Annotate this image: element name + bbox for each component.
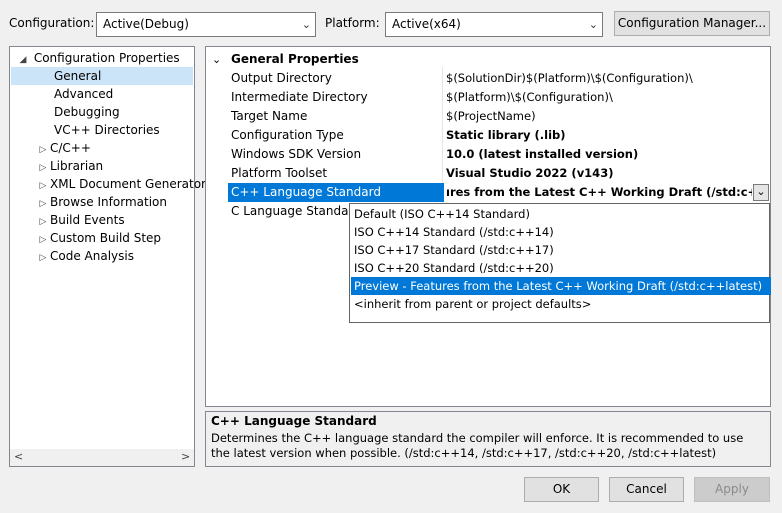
property-row[interactable]: Platform Toolset Visual Studio 2022 (v14…: [206, 164, 770, 183]
tree-item-xml-doc[interactable]: ▷ XML Document Generator: [36, 175, 206, 193]
tree-item-label: Advanced: [54, 87, 114, 101]
property-name: Target Name: [231, 109, 308, 123]
chevron-down-icon: ⌄: [588, 18, 598, 31]
property-row[interactable]: Target Name $(ProjectName): [206, 107, 770, 126]
dropdown-option[interactable]: ISO C++20 Standard (/std:c++20): [351, 259, 771, 277]
chevron-down-icon[interactable]: ⌄: [212, 50, 221, 69]
tree-item-label: General: [54, 69, 102, 83]
tree-root-label: Configuration Properties: [33, 51, 180, 65]
property-name: Intermediate Directory: [231, 90, 368, 104]
tree-item-label: Custom Build Step: [50, 231, 162, 245]
property-tree[interactable]: ◢ Configuration Properties General Advan…: [9, 46, 206, 467]
apply-button[interactable]: Apply: [694, 477, 770, 502]
tree-root[interactable]: ◢ Configuration Properties: [16, 49, 180, 67]
tree-item-label: C/C++: [50, 141, 91, 155]
property-name: C++ Language Standard: [228, 183, 444, 202]
scroll-left-icon[interactable]: <: [14, 450, 23, 463]
property-value-combo[interactable]: ıres from the Latest C++ Working Draft (…: [446, 183, 752, 202]
cancel-button[interactable]: Cancel: [609, 477, 684, 502]
property-value[interactable]: 10.0 (latest installed version): [446, 145, 756, 164]
property-row-selected[interactable]: C++ Language Standard ıres from the Late…: [206, 183, 770, 202]
property-value[interactable]: Visual Studio 2022 (v143): [446, 164, 756, 183]
property-value[interactable]: $(ProjectName): [446, 107, 756, 126]
configuration-select[interactable]: Active(Debug) ⌄: [96, 12, 316, 37]
section-header[interactable]: ⌄ General Properties: [206, 50, 770, 69]
tree-item-browse-info[interactable]: ▷ Browse Information: [36, 193, 167, 211]
description-title: C++ Language Standard: [211, 414, 377, 428]
tree-item-vc-directories[interactable]: VC++ Directories: [54, 121, 160, 139]
tree-item-custom-build[interactable]: ▷ Custom Build Step: [36, 229, 162, 247]
tree-item-label: VC++ Directories: [54, 123, 160, 137]
scroll-right-icon[interactable]: >: [181, 450, 190, 463]
property-name: Windows SDK Version: [231, 147, 362, 161]
tree-item-label: Build Events: [50, 213, 125, 227]
language-standard-dropdown[interactable]: Default (ISO C++14 Standard) ISO C++14 S…: [349, 203, 771, 323]
chevron-down-icon[interactable]: ⌄: [753, 184, 769, 201]
property-value[interactable]: $(SolutionDir)$(Platform)\$(Configuratio…: [446, 69, 756, 88]
tree-item-general[interactable]: General: [11, 67, 193, 85]
property-value[interactable]: Static library (.lib): [446, 126, 756, 145]
tree-item-label: Code Analysis: [50, 249, 134, 263]
property-value[interactable]: $(Platform)\$(Configuration)\: [446, 88, 756, 107]
dropdown-option[interactable]: ISO C++14 Standard (/std:c++14): [351, 223, 771, 241]
ok-button[interactable]: OK: [524, 477, 599, 502]
configuration-value: Active(Debug): [103, 17, 189, 31]
tree-item-label: Browse Information: [50, 195, 167, 209]
tree-item-build-events[interactable]: ▷ Build Events: [36, 211, 125, 229]
tree-item-debugging[interactable]: Debugging: [54, 103, 120, 121]
section-title: General Properties: [231, 52, 359, 66]
description-text: Determines the C++ language standard the…: [211, 431, 744, 460]
tree-item-c-cpp[interactable]: ▷ C/C++: [36, 139, 91, 157]
tree-item-code-analysis[interactable]: ▷ Code Analysis: [36, 247, 134, 265]
tree-scrollbar[interactable]: < >: [10, 449, 194, 466]
configuration-manager-button[interactable]: Configuration Manager...: [614, 11, 770, 36]
dropdown-option[interactable]: Default (ISO C++14 Standard): [351, 205, 771, 223]
platform-select[interactable]: Active(x64) ⌄: [385, 12, 603, 37]
property-name: Configuration Type: [231, 128, 344, 142]
platform-value: Active(x64): [392, 17, 461, 31]
description-panel: C++ Language Standard Determines the C++…: [205, 411, 771, 467]
property-name: Platform Toolset: [231, 166, 328, 180]
property-name: Output Directory: [231, 71, 332, 85]
tree-item-label: XML Document Generator: [50, 177, 206, 191]
configuration-label: Configuration:: [9, 16, 95, 30]
tree-item-label: Debugging: [54, 105, 120, 119]
property-name: C Language Standard: [231, 204, 361, 218]
property-row[interactable]: Output Directory $(SolutionDir)$(Platfor…: [206, 69, 770, 88]
tree-item-label: Librarian: [50, 159, 104, 173]
triangle-right-icon[interactable]: ▷: [36, 249, 50, 267]
tree-item-librarian[interactable]: ▷ Librarian: [36, 157, 104, 175]
dropdown-option-selected[interactable]: Preview - Features from the Latest C++ W…: [351, 277, 771, 295]
chevron-down-icon: ⌄: [301, 18, 311, 31]
dropdown-option[interactable]: <inherit from parent or project defaults…: [351, 295, 771, 313]
dropdown-option[interactable]: ISO C++17 Standard (/std:c++17): [351, 241, 771, 259]
tree-item-advanced[interactable]: Advanced: [54, 85, 113, 103]
property-row[interactable]: Configuration Type Static library (.lib): [206, 126, 770, 145]
platform-label: Platform:: [325, 16, 380, 30]
property-row[interactable]: Windows SDK Version 10.0 (latest install…: [206, 145, 770, 164]
property-row[interactable]: Intermediate Directory $(Platform)\$(Con…: [206, 88, 770, 107]
